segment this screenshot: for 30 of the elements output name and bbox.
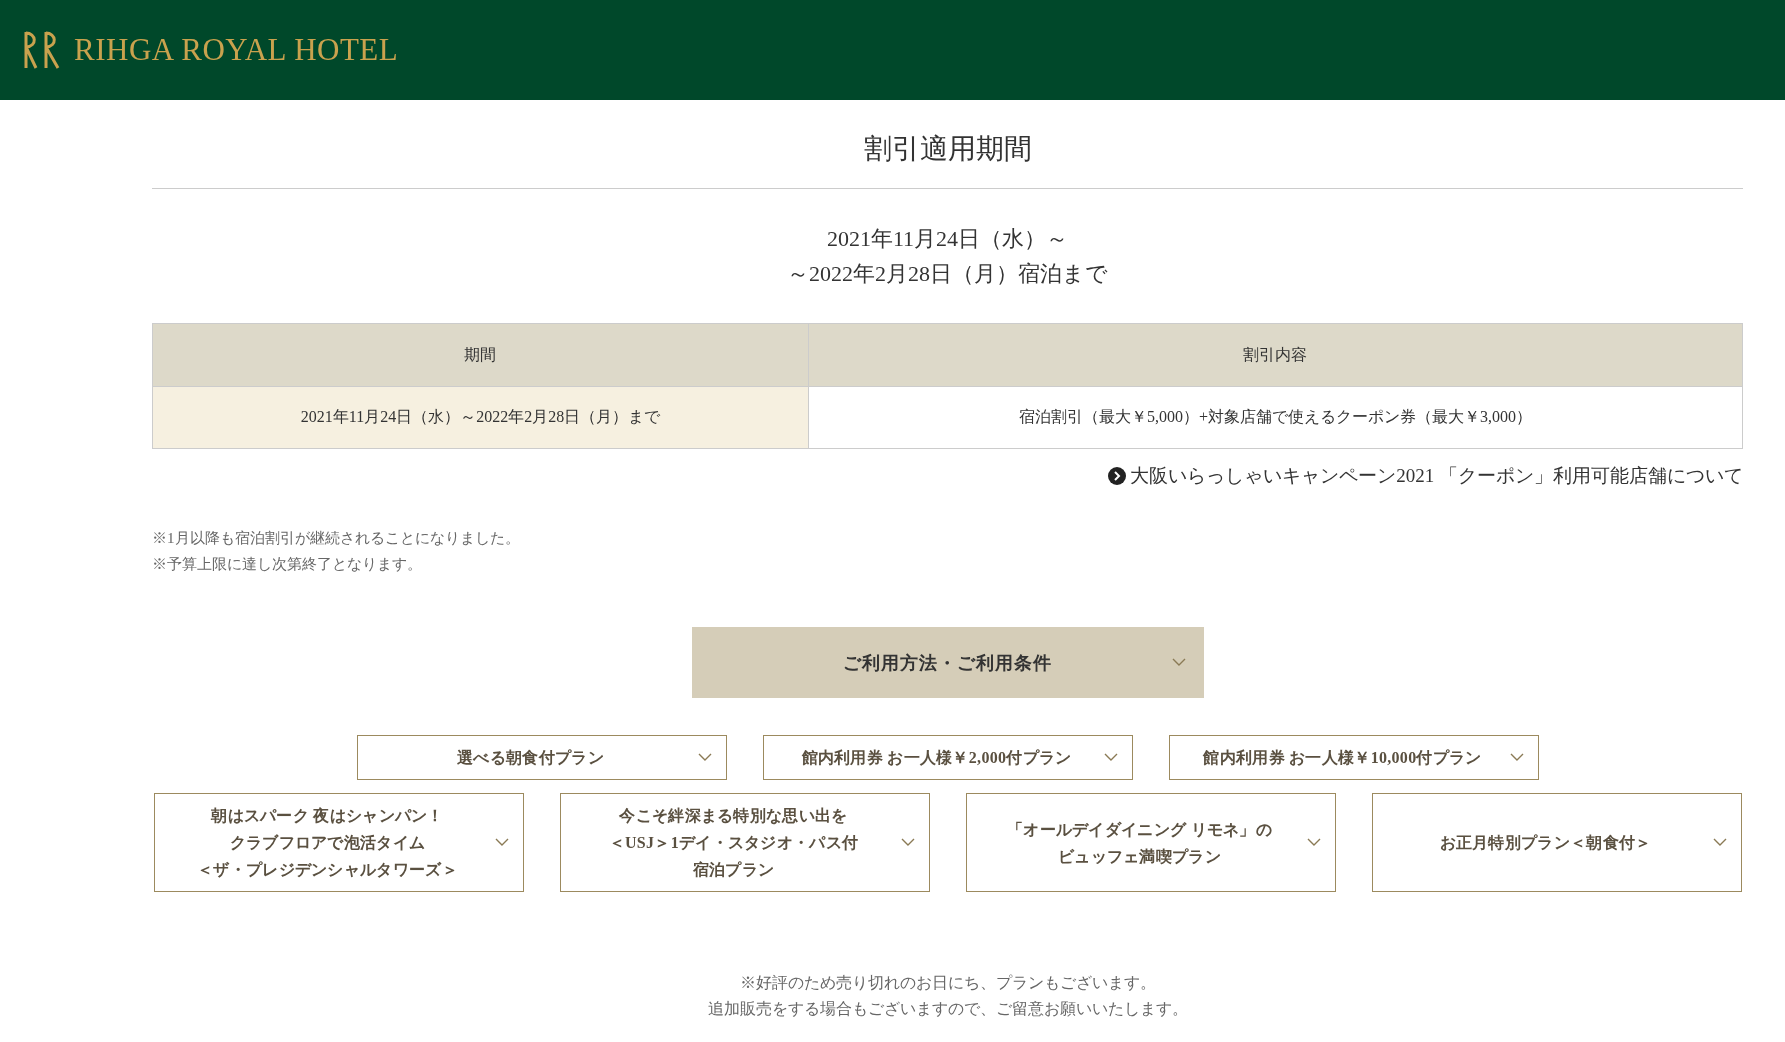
section-title: 割引適用期間 (152, 100, 1743, 189)
column-header: 期間 (152, 323, 809, 387)
store-link[interactable]: 大阪いらっしゃいキャンペーン2021 「クーポン」利用可能店舗について (1108, 463, 1743, 489)
plan-accordion[interactable]: 館内利用券 お一人様￥10,000付プラン (1168, 735, 1539, 780)
plan-accordion[interactable]: 館内利用券 お一人様￥2,000付プラン (762, 735, 1133, 780)
chevron-icon (900, 838, 915, 847)
plan-accordion[interactable]: 朝はスパーク 夜はシャンパン！ クラブフロアで泡活タイム ＜ザ・プレジデンシャルタワーズ＞ (153, 793, 524, 892)
column-header: 割引内容 (808, 323, 1743, 387)
chevron-icon (697, 753, 712, 762)
footer-note: ※好評のため売り切れのお日にち、プランもございます。 (738, 973, 1157, 993)
chevron-icon (1103, 753, 1118, 762)
chevron-icon (1306, 838, 1321, 847)
chevron-icon (494, 838, 509, 847)
note-text: ※1月以降も宿泊割引が継続されることになりました。 (152, 529, 521, 548)
chevron-icon (1509, 753, 1524, 762)
period-text: 2021年11月24日（水）～ (825, 225, 1070, 253)
table-cell: 宿泊割引（最大￥5,000）+対象店舗で使えるクーポン券（最大￥3,000） (808, 386, 1743, 449)
chevron-circle-icon (1108, 467, 1127, 485)
plan-accordion[interactable]: 「オールデイダイニング リモネ」の ビュッフェ満喫プラン (965, 793, 1336, 892)
note-text: ※予算上限に達し次第終了となります。 (152, 555, 423, 574)
chevron-icon (1171, 658, 1186, 667)
footer-note: 追加販売をする場合もございますので、ご留意お願いいたします。 (706, 999, 1189, 1019)
logo-text[interactable]: RIHGA ROYAL HOTEL (74, 32, 399, 68)
chevron-icon (1712, 838, 1727, 847)
plan-accordion[interactable]: 選べる朝食付プラン (356, 735, 727, 780)
usage-accordion[interactable]: ご利用方法・ご利用条件 (691, 627, 1204, 698)
period-text: ～2022年2月28日（月）宿泊まで (786, 260, 1109, 288)
plan-accordion[interactable]: 今こそ絆深まる特別な思い出を ＜USJ＞1デイ・スタジオ・パス付 宿泊プラン (559, 793, 930, 892)
table-cell: 2021年11月24日（水）～2022年2月28日（月）まで (152, 386, 809, 449)
plan-accordion[interactable]: お正月特別プラン＜朝食付＞ (1371, 793, 1742, 892)
